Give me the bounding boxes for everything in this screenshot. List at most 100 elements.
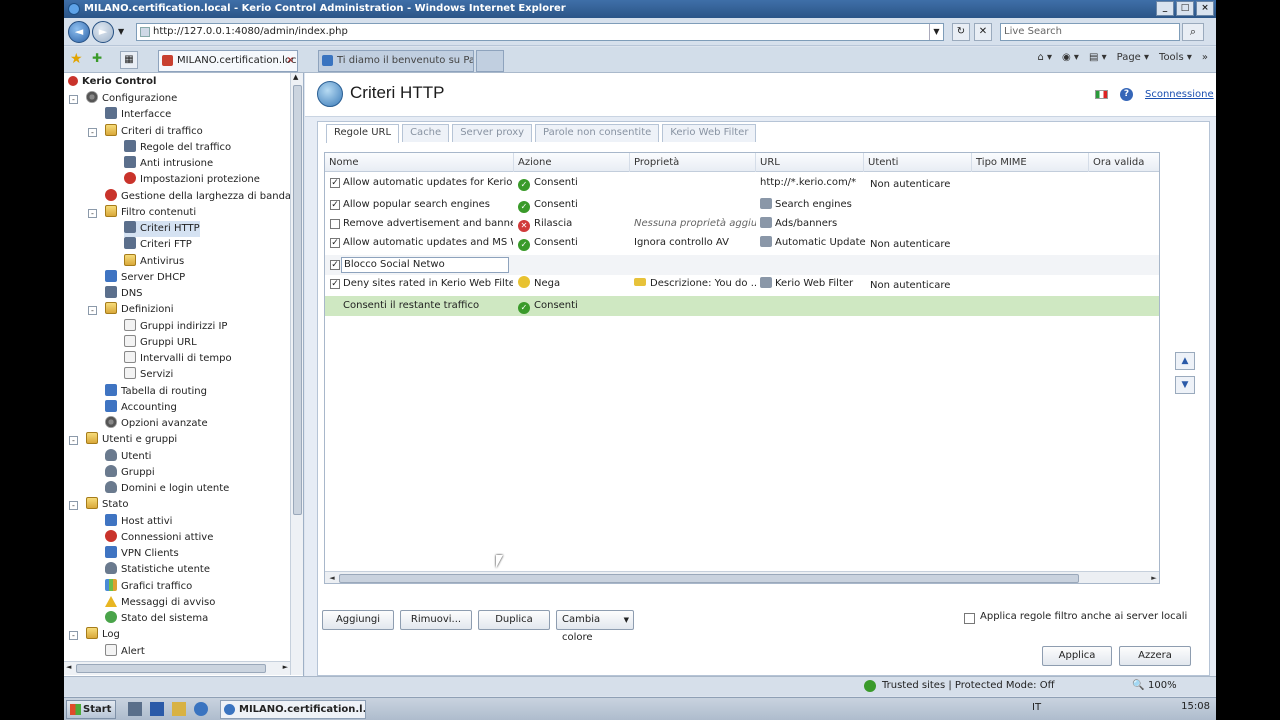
powershell-quicklaunch-icon[interactable] [150, 702, 164, 716]
chevron-more-icon[interactable]: » [1202, 52, 1208, 63]
reset-button[interactable]: Azzera [1119, 646, 1191, 666]
tree-item-stato-del-sistema[interactable]: Stato del sistema [105, 611, 208, 627]
tree-hscroll-thumb[interactable] [76, 664, 266, 673]
col-header-url[interactable]: URL [756, 153, 864, 172]
tree-expander[interactable]: - [69, 631, 78, 641]
col-header-nome[interactable]: Nome [325, 153, 514, 172]
history-dropdown-icon[interactable]: ▼ [118, 27, 124, 36]
table-row[interactable]: ✓Allow automatic updates and MS Wi...✓Co… [325, 233, 1159, 253]
tree-vertical-scrollbar[interactable]: ▲ [290, 73, 303, 675]
tree-root[interactable]: Kerio Control [68, 74, 156, 90]
maximize-button[interactable]: □ [1176, 1, 1194, 16]
start-button[interactable]: Start [66, 700, 116, 719]
new-tab-button[interactable] [476, 50, 504, 72]
tree-item-log[interactable]: Log [86, 627, 120, 643]
address-dropdown-icon[interactable]: ▼ [929, 24, 943, 40]
language-indicator[interactable]: IT [1032, 702, 1041, 713]
tree-horizontal-scrollbar[interactable]: ◄ ► [64, 661, 290, 675]
browser-tab-inactive[interactable]: Ti diamo il benvenuto su Pac... [318, 50, 474, 72]
tree-item-dns[interactable]: DNS [105, 286, 143, 302]
tree-expander[interactable]: - [69, 95, 78, 104]
tab-cache[interactable]: Cache [402, 124, 450, 142]
col-header-azione[interactable]: Azione [514, 153, 630, 172]
zoom-level[interactable]: 100% [1148, 677, 1177, 695]
back-button[interactable]: ◄ [68, 21, 90, 43]
tree-item-utenti[interactable]: Utenti [105, 448, 151, 465]
tab-kerio-web-filter[interactable]: Kerio Web Filter [662, 124, 757, 142]
rule-enabled-checkbox[interactable]: ✓ [330, 238, 340, 248]
local-servers-checkbox[interactable] [964, 613, 975, 624]
language-flag-icon[interactable] [1095, 90, 1108, 99]
tree-expander[interactable]: - [88, 306, 97, 316]
table-row[interactable]: Remove advertisement and banners ✕ Rilasci… [325, 214, 1159, 234]
tree-item-criteri-ftp[interactable]: Criteri FTP [124, 237, 192, 253]
add-favorite-icon[interactable]: ✚ [92, 51, 102, 65]
tree-item-utenti-e-gruppi[interactable]: Utenti e gruppi [86, 432, 177, 448]
help-icon[interactable]: ? [1120, 88, 1133, 101]
tree-item-gruppi-indirizzi-ip[interactable]: Gruppi indirizzi IP [124, 318, 227, 335]
feeds-icon[interactable]: ◉ ▾ [1062, 52, 1079, 63]
tree-item-messaggi-di-avviso[interactable]: Messaggi di avviso [105, 595, 215, 611]
tree-item-host-attivi[interactable]: Host attivi [105, 513, 172, 530]
tree-expander[interactable]: - [88, 127, 97, 137]
col-header-proprieta[interactable]: Proprietà [630, 153, 756, 172]
tree-item-alert[interactable]: Alert [105, 643, 145, 660]
grid-scroll-thumb[interactable] [339, 574, 1079, 583]
tree-item-gruppi[interactable]: Gruppi [105, 464, 155, 481]
rule-enabled-checkbox[interactable] [330, 219, 340, 229]
rule-name-edit-input[interactable]: Blocco Social Netwo [341, 257, 509, 273]
browser-tab-active[interactable]: MILANO.certification.loc... ✕ [158, 50, 298, 72]
scroll-right-icon[interactable]: ► [1148, 573, 1159, 583]
tree-item-vpn-clients[interactable]: VPN Clients [105, 546, 179, 562]
rule-enabled-checkbox[interactable]: ✓ [330, 260, 340, 270]
scroll-right-icon[interactable]: ► [283, 663, 288, 671]
tree-item-filtro-contenuti[interactable]: Filtro contenuti [105, 204, 196, 221]
move-up-button[interactable]: ▲ [1175, 352, 1195, 370]
tree-item-servizi[interactable]: Servizi [124, 367, 173, 383]
tree-item-antivirus[interactable]: Antivirus [124, 253, 184, 270]
tree-item-grafici-traffico[interactable]: Grafici traffico [105, 578, 192, 595]
table-row[interactable]: ✓ Deny sites rated in Kerio Web Filter ..… [325, 274, 1159, 294]
tab-server-proxy[interactable]: Server proxy [452, 124, 533, 142]
rule-enabled-checkbox[interactable]: ✓ [330, 279, 340, 289]
tree-item-configurazione[interactable]: Configurazione [86, 91, 177, 107]
forward-button[interactable]: ► [92, 21, 114, 43]
default-rule-row[interactable]: Consenti il restante traffico ✓ Consenti [325, 296, 1159, 316]
tree-item-stato[interactable]: Stato [86, 497, 128, 513]
tree-item-gestione-della-larghezza-di-banda-e-q[interactable]: Gestione della larghezza di banda e Q [105, 188, 303, 205]
tree-item-tabella-di-routing[interactable]: Tabella di routing [105, 383, 207, 400]
tree-expander[interactable]: - [69, 501, 78, 511]
tab-parole-non-consentite[interactable]: Parole non consentite [535, 124, 660, 142]
tree-item-definizioni[interactable]: Definizioni [105, 302, 174, 318]
taskbar-item-ie[interactable]: MILANO.certification.l... [220, 700, 366, 719]
page-menu[interactable]: Page ▾ [1117, 52, 1149, 63]
tree-expander[interactable]: - [88, 208, 97, 218]
add-button[interactable]: Aggiungi [322, 610, 394, 630]
apply-button[interactable]: Applica [1042, 646, 1112, 666]
address-field[interactable]: http://127.0.0.1:4080/admin/index.php ▼ [136, 23, 944, 41]
tree-item-gruppi-url[interactable]: Gruppi URL [124, 334, 197, 351]
move-down-button[interactable]: ▼ [1175, 376, 1195, 394]
folder-quicklaunch-icon[interactable] [172, 702, 186, 716]
stop-icon[interactable]: ✕ [974, 23, 992, 41]
scroll-up-icon[interactable]: ▲ [293, 73, 298, 81]
ie-quicklaunch-icon[interactable] [194, 702, 208, 716]
tools-menu[interactable]: Tools ▾ [1159, 52, 1192, 63]
tree-item-server-dhcp[interactable]: Server DHCP [105, 269, 185, 286]
tree-item-criteri-di-traffico[interactable]: Criteri di traffico [105, 123, 203, 140]
tree-item-criteri-http[interactable]: Criteri HTTP [124, 221, 200, 237]
logout-link[interactable]: Sconnessione [1145, 89, 1214, 100]
table-row[interactable]: ✓Allow automatic updates for Kerio so...… [325, 173, 1159, 193]
col-header-utenti[interactable]: Utenti [864, 153, 972, 172]
tree-item-intervalli-di-tempo[interactable]: Intervalli di tempo [124, 351, 232, 367]
quick-tabs-icon[interactable]: ▦ [120, 51, 138, 69]
zoom-icon[interactable]: 🔍 [1132, 677, 1144, 695]
tree-item-interfacce[interactable]: Interfacce [105, 107, 171, 123]
system-clock[interactable]: 15:08 [1181, 701, 1210, 712]
col-header-ora-valida[interactable]: Ora valida [1089, 153, 1159, 172]
tree-item-connessioni-attive[interactable]: Connessioni attive [105, 529, 213, 546]
search-icon[interactable]: ⌕ [1182, 23, 1204, 41]
tab-regole-url[interactable]: Regole URL [326, 124, 400, 143]
scroll-left-icon[interactable]: ◄ [326, 573, 338, 583]
close-button[interactable]: × [1196, 1, 1214, 16]
